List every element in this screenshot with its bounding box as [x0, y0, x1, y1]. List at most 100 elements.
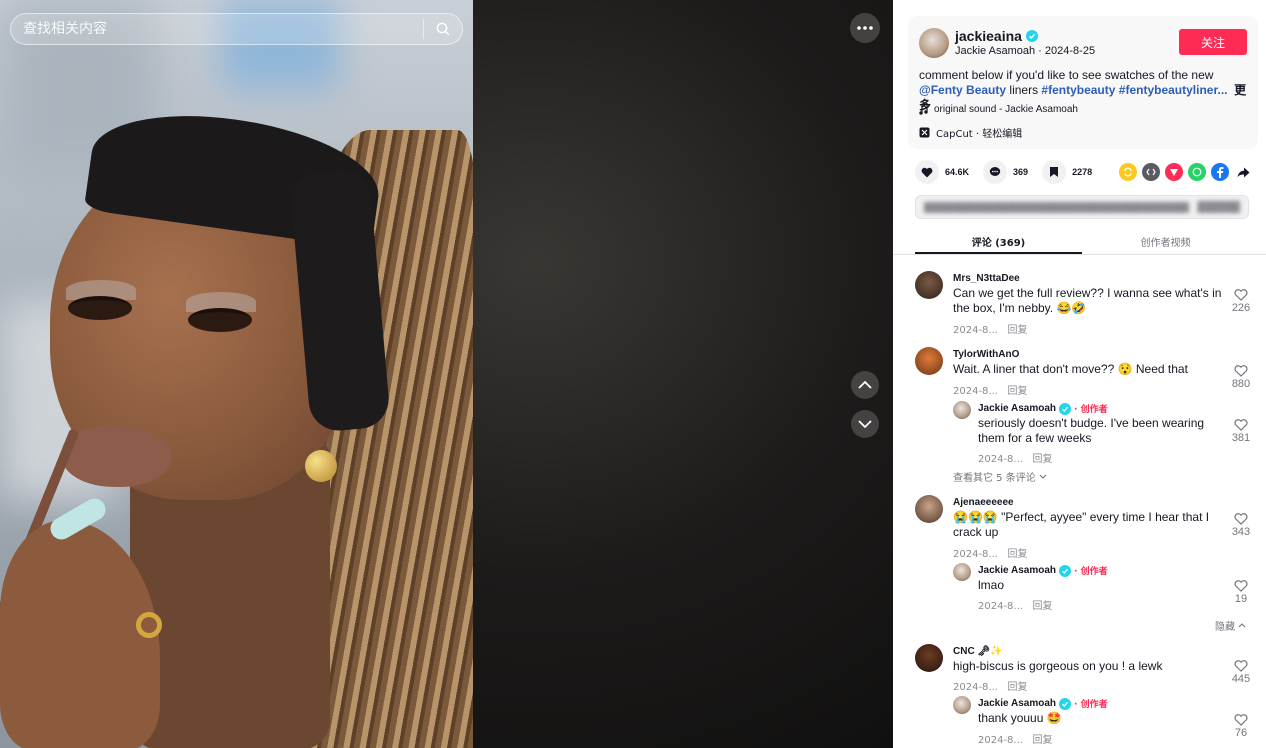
reply-author: Jackie Asamoah · 创作者: [978, 402, 1108, 415]
reply-button[interactable]: 回复: [1008, 386, 1028, 397]
follow-button[interactable]: 关注: [1179, 29, 1247, 55]
comment-icon[interactable]: [983, 160, 1008, 184]
reply-text: thank youuu 🤩: [978, 711, 1062, 725]
comment-meta: 2024-8... 回复: [953, 382, 1028, 397]
commenter-avatar[interactable]: [915, 495, 943, 523]
save-count: 2278: [1072, 167, 1093, 177]
more-options-icon[interactable]: [850, 13, 880, 43]
reply-avatar[interactable]: [953, 401, 971, 419]
video-link-text: ████████████████████████████████████████…: [924, 201, 1190, 213]
reply-button[interactable]: 回复: [1008, 325, 1028, 336]
heart-outline-icon[interactable]: [1234, 419, 1248, 431]
like-count: 64.6K: [945, 167, 970, 177]
heart-icon[interactable]: [915, 160, 939, 184]
comment-date: 2024-8...: [953, 549, 998, 560]
description-text: comment below if you'd like to see swatc…: [919, 68, 1214, 82]
comment-meta: 2024-8... 回复: [953, 321, 1028, 336]
repost-icon[interactable]: [1119, 163, 1137, 181]
comment-like[interactable]: 343: [1225, 513, 1257, 538]
capcut-link[interactable]: CapCut · 轻松编辑: [919, 125, 1022, 140]
comment-action[interactable]: 369: [983, 160, 1028, 184]
sound-link[interactable]: original sound - Jackie Asamoah: [919, 104, 1078, 115]
embed-code-icon[interactable]: [1142, 163, 1160, 181]
heart-outline-icon[interactable]: [1234, 660, 1248, 672]
hashtag-link[interactable]: #fentybeauty: [1041, 83, 1115, 97]
video-subject-eye: [68, 296, 132, 320]
commenter-avatar[interactable]: [915, 644, 943, 672]
reply-like[interactable]: 19: [1225, 580, 1257, 605]
share-arrow-icon[interactable]: [1234, 163, 1252, 181]
reply-avatar[interactable]: [953, 696, 971, 714]
video-link-bar[interactable]: ████████████████████████████████████████…: [915, 195, 1249, 219]
like-action[interactable]: 64.6K: [915, 160, 969, 184]
reply-like-count: 381: [1231, 432, 1251, 444]
sound-label: original sound - Jackie Asamoah: [934, 104, 1078, 115]
tab-comments[interactable]: 评论 (369): [915, 226, 1082, 254]
video-player[interactable]: [0, 0, 473, 748]
hide-replies-button[interactable]: 隐藏: [1215, 618, 1246, 633]
reply-like-count: 76: [1234, 727, 1248, 739]
video-subject-eye: [188, 308, 252, 332]
reply-author-name[interactable]: Jackie Asamoah: [978, 403, 1056, 414]
comment-like[interactable]: 226: [1225, 289, 1257, 314]
reply-button[interactable]: 回复: [1008, 682, 1028, 693]
reply-author-name[interactable]: Jackie Asamoah: [978, 698, 1056, 709]
video-subject-earring: [305, 450, 337, 482]
whatsapp-icon[interactable]: [1188, 163, 1206, 181]
reply-meta: 2024-8... 回复: [978, 597, 1053, 612]
view-more-label[interactable]: 查看其它 5 条评论: [953, 469, 1036, 484]
search-input[interactable]: [11, 21, 423, 37]
reply-button[interactable]: 回复: [1033, 601, 1053, 612]
verified-badge-icon: [1025, 30, 1038, 42]
heart-outline-icon[interactable]: [1234, 513, 1248, 525]
commenter-name[interactable]: Ajenaeeeeee: [953, 497, 1014, 508]
reply-button[interactable]: 回复: [1033, 454, 1053, 465]
search-icon[interactable]: [424, 13, 462, 45]
reply-text: seriously doesn't budge. I've been weari…: [978, 416, 1205, 445]
tab-creator-videos[interactable]: 创作者视频: [1082, 226, 1249, 254]
reply-button[interactable]: 回复: [1008, 549, 1028, 560]
view-more-replies-button[interactable]: 查看其它 5 条评论: [953, 469, 1047, 484]
comment-like[interactable]: 445: [1225, 660, 1257, 685]
video-area: [0, 0, 893, 748]
comment-like[interactable]: 880: [1225, 365, 1257, 390]
action-bar: 64.6K 369 2278: [915, 159, 1106, 185]
comment-text: high-biscus is gorgeous on you ! a lewk: [953, 659, 1163, 673]
facebook-icon[interactable]: [1211, 163, 1229, 181]
author-username-text[interactable]: jackieaina: [955, 28, 1022, 44]
commenter-name[interactable]: TylorWithAnO: [953, 349, 1019, 360]
previous-video-chevron-up-icon[interactable]: [851, 371, 879, 399]
reply-avatar[interactable]: [953, 563, 971, 581]
comment-text: Wait. A liner that don't move?? 😯 Need t…: [953, 362, 1188, 376]
heart-outline-icon[interactable]: [1234, 714, 1248, 726]
save-action[interactable]: 2278: [1042, 160, 1092, 184]
music-note-icon: [919, 104, 928, 115]
author-avatar[interactable]: [919, 28, 949, 58]
next-video-chevron-down-icon[interactable]: [851, 410, 879, 438]
heart-outline-icon[interactable]: [1234, 580, 1248, 592]
commenter-avatar[interactable]: [915, 347, 943, 375]
mention-link[interactable]: @Fenty Beauty: [919, 83, 1006, 97]
verified-badge-icon: [1059, 402, 1072, 415]
comment-date: 2024-8...: [953, 325, 998, 336]
bookmark-icon[interactable]: [1042, 160, 1067, 184]
copy-link-button[interactable]: ██████: [1197, 202, 1240, 213]
reply-date: 2024-8...: [978, 601, 1023, 612]
reply-button[interactable]: 回复: [1033, 735, 1053, 746]
reply-like[interactable]: 381: [1225, 419, 1257, 444]
hide-label[interactable]: 隐藏: [1215, 618, 1235, 633]
reply-author-name[interactable]: Jackie Asamoah: [978, 565, 1056, 576]
commenter-avatar[interactable]: [915, 271, 943, 299]
reply-meta: 2024-8... 回复: [978, 731, 1053, 746]
author-username[interactable]: jackieaina: [955, 28, 1038, 44]
comment-like-count: 226: [1231, 302, 1251, 314]
heart-outline-icon[interactable]: [1234, 289, 1248, 301]
hashtag-link[interactable]: #fentybeautyliner...: [1119, 83, 1228, 97]
reply-like[interactable]: 76: [1225, 714, 1257, 739]
heart-outline-icon[interactable]: [1234, 365, 1248, 377]
commenter-name[interactable]: Mrs_N3ttaDee: [953, 273, 1020, 284]
chevron-down-icon: [1039, 474, 1047, 479]
send-to-friends-icon[interactable]: [1165, 163, 1183, 181]
commenter-name[interactable]: CNC 🗝✨: [953, 646, 1003, 657]
tab-bar: 评论 (369) 创作者视频: [915, 226, 1249, 254]
